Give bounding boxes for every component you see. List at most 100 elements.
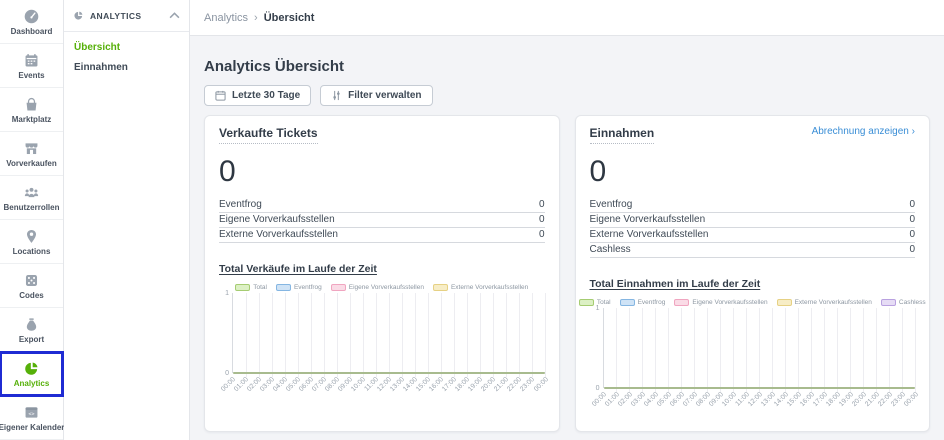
- gridline: [707, 308, 708, 392]
- sidebar-item-marktplatz[interactable]: Marktplatz: [0, 88, 63, 132]
- gridline: [454, 293, 455, 377]
- chart-legend: TotalEventfrogEigene VorverkaufsstellenE…: [219, 284, 545, 291]
- export-sack-icon: [23, 316, 40, 333]
- sidebar-item-label: Codes: [19, 291, 43, 300]
- calendar-widget-code-icon: <>: [23, 404, 40, 421]
- sidebar-item-vorverkaufen[interactable]: Vorverkaufen: [0, 132, 63, 176]
- gridline: [259, 293, 260, 377]
- legend-label: Eventfrog: [638, 299, 666, 306]
- x-axis-labels: 00:0001:0002:0003:0004:0005:0006:0007:00…: [232, 373, 545, 397]
- gridline: [785, 308, 786, 392]
- breadcrumb-section[interactable]: Analytics: [204, 12, 248, 24]
- subnav-title: ANALYTICS: [90, 11, 163, 21]
- x-axis-labels: 00:0001:0002:0003:0004:0005:0006:0007:00…: [603, 388, 916, 412]
- gridline: [467, 293, 468, 377]
- gridline: [772, 308, 773, 392]
- sidebar-item-label: Vorverkaufen: [6, 159, 57, 168]
- y-axis-ticks: 10: [590, 308, 603, 388]
- gridline: [376, 293, 377, 377]
- gridline: [402, 293, 403, 377]
- gridline: [428, 293, 429, 377]
- legend-label: Eigene Vorverkaufsstellen: [349, 284, 424, 291]
- legend-item: Externe Vorverkaufsstellen: [777, 299, 872, 306]
- gridline: [350, 293, 351, 377]
- legend-item: Eigene Vorverkaufsstellen: [674, 299, 767, 306]
- gridline: [272, 293, 273, 377]
- card-title: Verkaufte Tickets: [219, 126, 318, 144]
- legend-label: Eventfrog: [294, 284, 322, 291]
- legend-item: Eigene Vorverkaufsstellen: [331, 284, 424, 291]
- stat-row-value: 0: [539, 229, 545, 240]
- stat-rows: Eventfrog0Eigene Vorverkaufsstellen0Exte…: [219, 198, 545, 243]
- gridline: [532, 293, 533, 377]
- stat-row-label: Eventfrog: [219, 199, 262, 210]
- sidebar-item-eigener-kalender[interactable]: <> Eigener Kalender: [0, 396, 63, 440]
- gridline: [298, 293, 299, 377]
- legend-swatch: [276, 284, 291, 291]
- stat-row: Eventfrog0: [219, 198, 545, 213]
- date-range-button[interactable]: Letzte 30 Tage: [204, 85, 311, 106]
- stat-row-label: Eventfrog: [590, 199, 633, 210]
- y-tick-label: 1: [225, 290, 229, 297]
- calendar-icon: [215, 90, 226, 101]
- gridline: [415, 293, 416, 377]
- chart-legend: TotalEventfrogEigene VorverkaufsstellenE…: [590, 299, 916, 306]
- calendar-icon: [23, 52, 40, 69]
- svg-text:<>: <>: [28, 411, 34, 417]
- link-arrow-icon: ›: [912, 126, 915, 137]
- users-icon: [23, 184, 40, 201]
- gridline: [668, 308, 669, 392]
- sidebar-item-events[interactable]: Events: [0, 44, 63, 88]
- sidebar-item-analytics[interactable]: Analytics: [0, 352, 63, 396]
- chevron-up-icon[interactable]: [169, 10, 180, 21]
- stat-row: Eigene Vorverkaufsstellen0: [590, 213, 916, 228]
- gridline: [889, 308, 890, 392]
- manage-filters-button[interactable]: Filter verwalten: [320, 85, 432, 106]
- gridline: [480, 293, 481, 377]
- chart-title: Total Verkäufe im Laufe der Zeit: [219, 263, 545, 275]
- x-tick-label: 00:00: [532, 376, 549, 393]
- legend-item: Total: [235, 284, 267, 291]
- breadcrumb-separator-icon: ›: [254, 12, 258, 24]
- gridline: [642, 308, 643, 392]
- gridline: [720, 308, 721, 392]
- sales-over-time-chart: TotalEventfrogEigene VorverkaufsstellenE…: [219, 275, 545, 397]
- gridline: [902, 308, 903, 392]
- legend-swatch: [433, 284, 448, 291]
- stat-row-label: Cashless: [590, 244, 631, 255]
- sidebar-item-export[interactable]: Export: [0, 308, 63, 352]
- gridline: [694, 308, 695, 392]
- gridline: [733, 308, 734, 392]
- icon-sidebar: Dashboard Events Marktplatz Vorverkaufen…: [0, 0, 64, 440]
- gridline: [798, 308, 799, 392]
- y-tick-label: 1: [596, 305, 600, 312]
- x-tick-label: 23:00: [519, 376, 536, 393]
- card-total-value: 0: [219, 157, 545, 187]
- show-billing-link[interactable]: Abrechnung anzeigen ›: [812, 126, 915, 137]
- subnav-item-uebersicht[interactable]: Übersicht: [74, 42, 179, 53]
- y-tick-label: 0: [596, 385, 600, 392]
- gridline: [363, 293, 364, 377]
- gridline: [311, 293, 312, 377]
- dashboard-gauge-icon: [23, 8, 40, 25]
- gridline: [519, 293, 520, 377]
- sidebar-item-dashboard[interactable]: Dashboard: [0, 0, 63, 44]
- subnav-header[interactable]: ANALYTICS: [64, 0, 189, 32]
- stat-row: Eigene Vorverkaufsstellen0: [219, 213, 545, 228]
- gridline: [681, 308, 682, 392]
- gridline: [285, 293, 286, 377]
- sidebar-item-locations[interactable]: Locations: [0, 220, 63, 264]
- stat-cards-row: Verkaufte Tickets 0 Eventfrog0Eigene Vor…: [204, 115, 930, 432]
- stat-row-value: 0: [539, 214, 545, 225]
- sidebar-item-label: Export: [19, 335, 44, 344]
- subnav-item-einnahmen[interactable]: Einnahmen: [74, 62, 179, 73]
- sidebar-item-label: Dashboard: [11, 27, 53, 36]
- show-billing-label: Abrechnung anzeigen: [812, 126, 909, 137]
- sidebar-item-codes[interactable]: Codes: [0, 264, 63, 308]
- stat-row-label: Eigene Vorverkaufsstellen: [590, 214, 706, 225]
- stat-row-value: 0: [909, 199, 915, 210]
- legend-item: Eventfrog: [276, 284, 322, 291]
- sidebar-item-benutzerrollen[interactable]: Benutzerrollen: [0, 176, 63, 220]
- stat-row: Externe Vorverkaufsstellen0: [590, 228, 916, 243]
- gridline: [337, 293, 338, 377]
